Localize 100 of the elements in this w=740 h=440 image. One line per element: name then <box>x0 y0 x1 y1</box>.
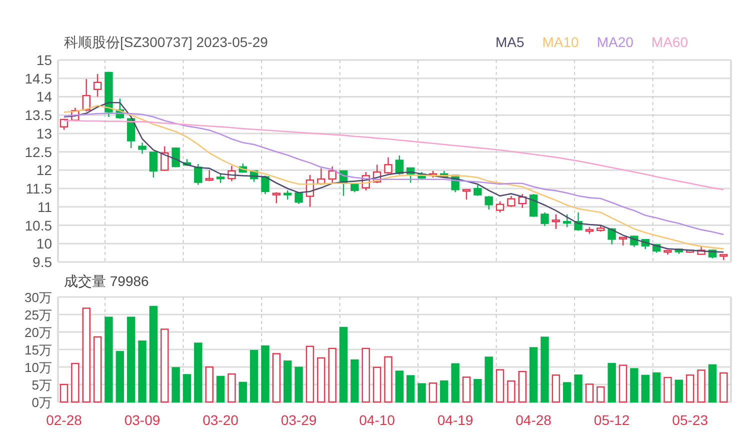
axis-label: 10万 <box>24 360 52 375</box>
axis-label: 25万 <box>24 308 52 322</box>
candlestick <box>507 196 516 207</box>
volume-bar <box>317 357 326 403</box>
volume-bar <box>350 359 359 403</box>
candlestick <box>116 98 124 119</box>
axis-label: 12 <box>36 162 52 178</box>
candlestick <box>126 118 136 148</box>
candlestick <box>496 201 504 212</box>
volume-bar <box>720 372 728 403</box>
candlestick <box>306 174 314 207</box>
volume-bar <box>529 347 538 403</box>
candlestick <box>585 227 594 234</box>
candlestick <box>71 108 80 122</box>
volume-bar <box>574 374 582 403</box>
date-label: 05-12 <box>594 412 630 428</box>
candlestick <box>228 166 236 182</box>
volume-bar <box>238 382 247 403</box>
candlestick <box>674 248 683 254</box>
candlestick <box>474 184 482 196</box>
date-label: 04-10 <box>359 412 395 428</box>
candlestick <box>406 167 415 183</box>
axis-label: 12.5 <box>24 144 52 160</box>
candlestick <box>194 164 202 185</box>
volume-bar <box>116 351 124 403</box>
candlestick <box>372 164 382 184</box>
candlestick <box>418 172 426 179</box>
candlestick <box>172 147 180 168</box>
volume-bar <box>384 356 392 403</box>
axis-label: 10 <box>36 236 52 252</box>
candlestick <box>272 192 281 204</box>
axis-label: 13.5 <box>24 107 52 124</box>
axis-label: 14.5 <box>24 70 52 86</box>
volume-bar <box>294 366 303 403</box>
legend-label: MA60 <box>651 33 688 52</box>
candlestick <box>618 236 628 246</box>
candlestick <box>608 228 616 244</box>
candlestick <box>182 159 192 166</box>
volume-bar <box>284 360 292 403</box>
candlestick <box>104 72 113 117</box>
candlestick <box>339 170 348 196</box>
candlestick <box>596 226 605 232</box>
volume-bar <box>328 348 336 403</box>
candlestick <box>160 146 169 171</box>
volume-title: 成交量 79986 <box>64 272 149 290</box>
candlestick <box>395 156 404 175</box>
volume-bar <box>507 380 516 403</box>
candlestick <box>328 166 336 184</box>
volume-bar <box>93 336 102 403</box>
candlestick <box>574 212 582 231</box>
volume-bar <box>474 379 482 403</box>
volume-bar <box>540 336 549 403</box>
candlestick <box>261 176 270 194</box>
candlestick <box>93 74 102 97</box>
date-label: 04-19 <box>437 412 474 428</box>
candlestick <box>294 192 303 204</box>
axis-label: 30万 <box>24 292 52 305</box>
axis-label: 9.5 <box>32 254 52 270</box>
candlestick <box>362 172 370 190</box>
date-label: 04-28 <box>516 412 552 428</box>
axis-label: 15万 <box>24 342 52 358</box>
candlestick <box>720 254 728 260</box>
candlestick <box>317 168 326 185</box>
volume-bar <box>71 362 80 403</box>
candlestick <box>697 246 706 255</box>
volume-bar <box>618 364 628 403</box>
candlestick <box>60 118 68 130</box>
legend-label: MA20 <box>596 33 634 52</box>
volume-bar <box>552 374 560 403</box>
candlestick <box>686 250 694 253</box>
legend-label: MA10 <box>542 33 579 52</box>
candlestick <box>284 190 292 200</box>
volume-bar <box>484 356 493 403</box>
candlestick <box>205 170 214 182</box>
volume-bar <box>518 370 526 403</box>
candlestick <box>563 214 572 228</box>
volume-bar <box>496 369 504 403</box>
volume-bar <box>674 380 683 403</box>
candlestick <box>250 170 258 182</box>
volume-bar <box>440 380 448 403</box>
candlestick <box>440 170 448 178</box>
volume-bar <box>205 366 214 403</box>
candlestick <box>149 152 158 178</box>
candlestick <box>641 239 650 250</box>
axis-label: 15 <box>36 55 52 68</box>
volume-bar <box>697 370 706 403</box>
volume-bar <box>138 340 146 403</box>
axis-label: 11 <box>37 198 52 215</box>
volume-bar <box>362 348 370 403</box>
candlestick <box>552 214 560 229</box>
candlestick <box>652 244 661 253</box>
volume-bar <box>395 370 404 403</box>
candlestick <box>484 196 493 210</box>
stock-title: 科顺股份[SZ300737] 2023-05-29 <box>64 33 268 52</box>
date-label: 03-20 <box>202 412 238 428</box>
volume-bar <box>428 382 438 403</box>
axis-label: 5万 <box>32 378 52 392</box>
candlestick <box>462 189 471 200</box>
date-label: 05-23 <box>672 412 708 428</box>
candlestick <box>518 194 526 208</box>
